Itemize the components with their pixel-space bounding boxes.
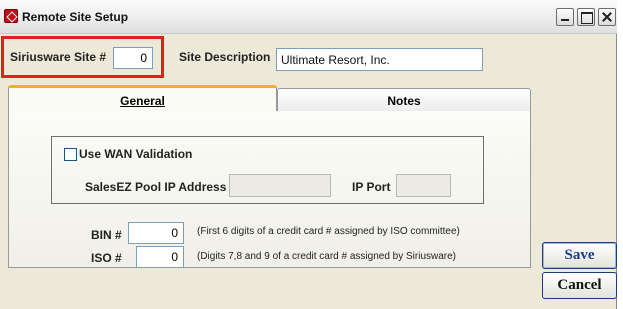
- tab-general[interactable]: General: [8, 85, 277, 111]
- title-bar[interactable]: Remote Site Setup: [0, 0, 617, 34]
- cancel-button[interactable]: Cancel: [542, 272, 617, 299]
- iso-label: ISO #: [91, 251, 122, 265]
- close-button[interactable]: [598, 8, 616, 26]
- wan-validation-label[interactable]: Use WAN Validation: [79, 147, 192, 161]
- bin-label: BIN #: [91, 228, 122, 242]
- site-description-label: Site Description: [179, 50, 271, 64]
- pool-ip-input[interactable]: [229, 174, 331, 197]
- iso-hint: (Digits 7,8 and 9 of a credit card # ass…: [197, 251, 457, 262]
- ip-port-input[interactable]: [396, 174, 451, 197]
- remote-site-setup-window: Remote Site Setup Siriusware Site # 0 Si…: [0, 0, 617, 309]
- save-button[interactable]: Save: [542, 242, 617, 269]
- tab-general-label: General: [120, 94, 165, 108]
- tab-notes[interactable]: Notes: [277, 88, 531, 112]
- site-number-label: Siriusware Site #: [10, 50, 107, 64]
- app-logo-icon: [4, 9, 18, 23]
- tab-notes-label: Notes: [387, 94, 421, 108]
- site-description-input[interactable]: Ultimate Resort, Inc.: [276, 48, 483, 71]
- bin-hint: (First 6 digits of a credit card # assig…: [197, 226, 460, 237]
- ip-port-label: IP Port: [352, 180, 391, 194]
- window-title: Remote Site Setup: [22, 10, 129, 24]
- pool-ip-label: SalesEZ Pool IP Address: [85, 180, 227, 194]
- minimize-button[interactable]: [556, 8, 574, 26]
- site-number-input[interactable]: 0: [113, 47, 153, 69]
- wan-validation-checkbox[interactable]: [64, 148, 77, 161]
- iso-input[interactable]: 0: [136, 246, 184, 268]
- bin-input[interactable]: 0: [128, 222, 184, 244]
- maximize-button[interactable]: [577, 8, 595, 26]
